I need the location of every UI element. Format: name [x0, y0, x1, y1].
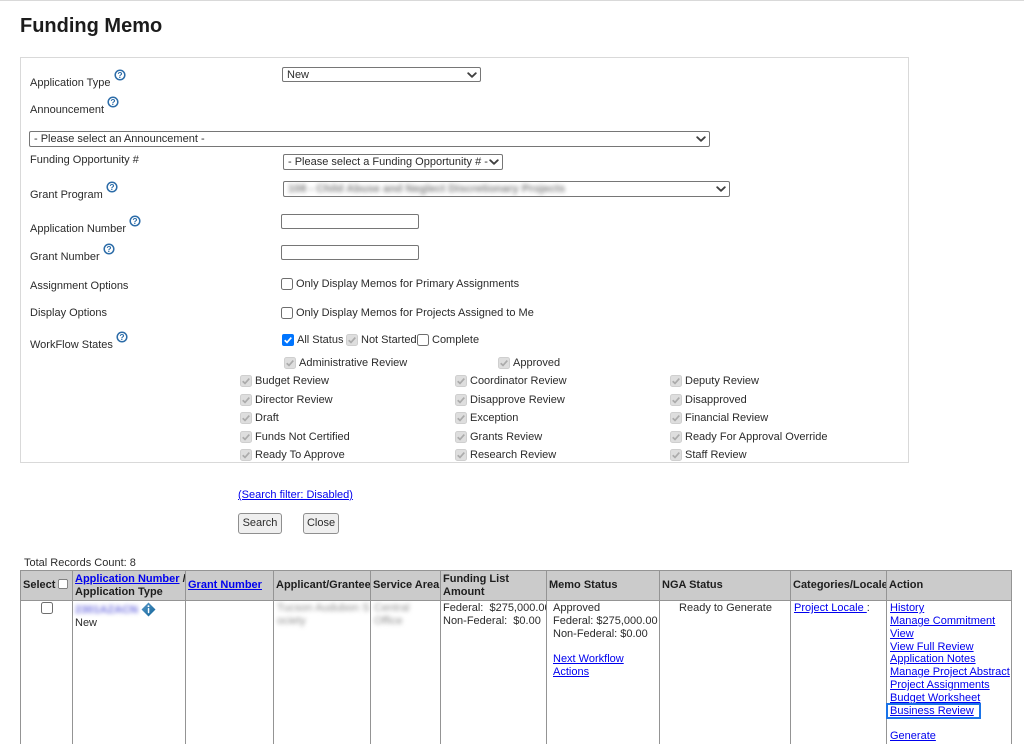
svg-text:?: ?	[106, 244, 111, 254]
svg-text:?: ?	[119, 332, 124, 342]
svg-text:?: ?	[132, 216, 137, 226]
svg-text:?: ?	[117, 70, 122, 80]
svg-text:?: ?	[109, 182, 114, 192]
svg-text:?: ?	[110, 97, 115, 107]
